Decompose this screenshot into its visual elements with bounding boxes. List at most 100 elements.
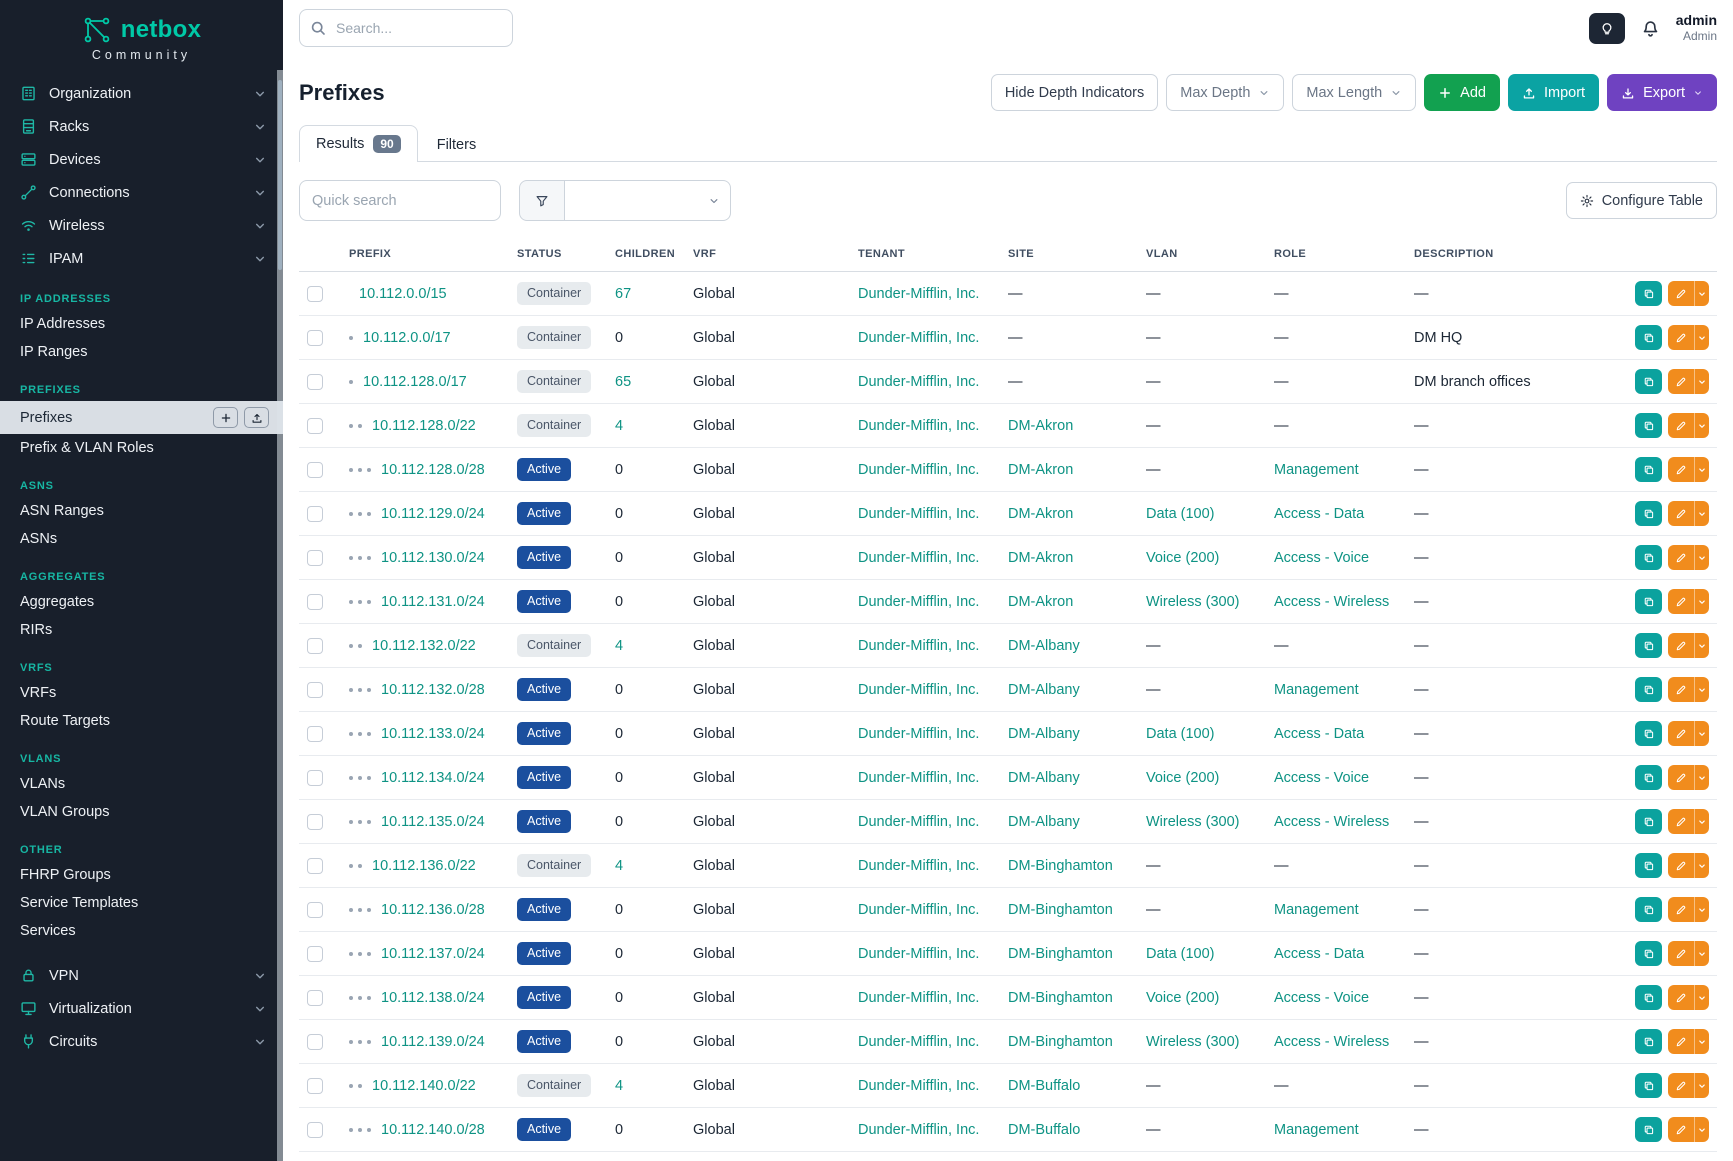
edit-dropdown-button[interactable] [1694, 897, 1709, 922]
role-link[interactable]: Access - Wireless [1274, 1034, 1389, 1050]
row-checkbox[interactable] [307, 1034, 323, 1050]
sidebar-item-asns[interactable]: ASNs [0, 525, 283, 553]
prefix-link[interactable]: 10.112.132.0/28 [381, 682, 485, 698]
edit-dropdown-button[interactable] [1694, 1073, 1709, 1098]
edit-button[interactable] [1668, 941, 1694, 966]
sidebar-item-service-templates[interactable]: Service Templates [0, 889, 283, 917]
edit-button[interactable] [1668, 721, 1694, 746]
edit-dropdown-button[interactable] [1694, 809, 1709, 834]
clone-button[interactable] [1635, 1029, 1662, 1054]
row-checkbox[interactable] [307, 286, 323, 302]
edit-button[interactable] [1668, 501, 1694, 526]
vlan-link[interactable]: Voice (200) [1146, 990, 1219, 1006]
role-link[interactable]: Access - Wireless [1274, 814, 1389, 830]
prefix-link[interactable]: 10.112.130.0/24 [381, 550, 485, 566]
edit-dropdown-button[interactable] [1694, 281, 1709, 306]
row-checkbox[interactable] [307, 770, 323, 786]
sidebar-item-ipam[interactable]: IPAM [0, 242, 283, 275]
edit-dropdown-button[interactable] [1694, 369, 1709, 394]
prefix-link[interactable]: 10.112.139.0/24 [381, 1034, 485, 1050]
clone-button[interactable] [1635, 281, 1662, 306]
edit-dropdown-button[interactable] [1694, 985, 1709, 1010]
prefix-link[interactable]: 10.112.140.0/22 [372, 1078, 476, 1094]
edit-button[interactable] [1668, 897, 1694, 922]
sidebar-item-devices[interactable]: Devices [0, 143, 283, 176]
role-link[interactable]: Access - Data [1274, 506, 1364, 522]
prefix-link[interactable]: 10.112.0.0/15 [359, 286, 447, 302]
children-count-link[interactable]: 4 [615, 1078, 623, 1094]
clone-button[interactable] [1635, 457, 1662, 482]
import-button[interactable]: Import [1508, 74, 1599, 111]
sidebar-item-route-targets[interactable]: Route Targets [0, 707, 283, 735]
edit-dropdown-button[interactable] [1694, 765, 1709, 790]
role-link[interactable]: Access - Voice [1274, 770, 1369, 786]
edit-dropdown-button[interactable] [1694, 457, 1709, 482]
edit-button[interactable] [1668, 633, 1694, 658]
prefix-link[interactable]: 10.112.129.0/24 [381, 506, 485, 522]
role-link[interactable]: Management [1274, 902, 1359, 918]
tenant-link[interactable]: Dunder-Mifflin, Inc. [858, 902, 979, 918]
row-checkbox[interactable] [307, 990, 323, 1006]
edit-button[interactable] [1668, 853, 1694, 878]
tenant-link[interactable]: Dunder-Mifflin, Inc. [858, 286, 979, 302]
edit-button[interactable] [1668, 1073, 1694, 1098]
vlan-link[interactable]: Data (100) [1146, 506, 1215, 522]
site-link[interactable]: DM-Binghamton [1008, 990, 1113, 1006]
quick-import-button[interactable] [244, 407, 269, 428]
row-checkbox[interactable] [307, 814, 323, 830]
role-link[interactable]: Access - Voice [1274, 990, 1369, 1006]
tenant-link[interactable]: Dunder-Mifflin, Inc. [858, 418, 979, 434]
children-count-link[interactable]: 4 [615, 638, 623, 654]
sidebar-item-virtualization[interactable]: Virtualization [0, 992, 283, 1025]
clone-button[interactable] [1635, 413, 1662, 438]
clone-button[interactable] [1635, 721, 1662, 746]
tenant-link[interactable]: Dunder-Mifflin, Inc. [858, 506, 979, 522]
vlan-link[interactable]: Wireless (300) [1146, 594, 1239, 610]
row-checkbox[interactable] [307, 726, 323, 742]
sidebar-item-ip-addresses[interactable]: IP Addresses [0, 310, 283, 338]
column-header-vrf[interactable]: VRF [685, 237, 850, 272]
theme-toggle-button[interactable] [1589, 13, 1625, 44]
edit-button[interactable] [1668, 545, 1694, 570]
edit-dropdown-button[interactable] [1694, 1029, 1709, 1054]
edit-dropdown-button[interactable] [1694, 1117, 1709, 1142]
site-link[interactable]: DM-Buffalo [1008, 1122, 1080, 1138]
sidebar-item-ip-ranges[interactable]: IP Ranges [0, 338, 283, 366]
sidebar-item-asn-ranges[interactable]: ASN Ranges [0, 497, 283, 525]
clone-button[interactable] [1635, 765, 1662, 790]
tenant-link[interactable]: Dunder-Mifflin, Inc. [858, 1078, 979, 1094]
tenant-link[interactable]: Dunder-Mifflin, Inc. [858, 1034, 979, 1050]
prefix-link[interactable]: 10.112.0.0/17 [363, 330, 451, 346]
saved-filter-select[interactable] [565, 180, 731, 221]
column-header-tenant[interactable]: TENANT [850, 237, 1000, 272]
children-count-link[interactable]: 4 [615, 858, 623, 874]
hide-depth-indicators-button[interactable]: Hide Depth Indicators [991, 74, 1158, 111]
sidebar-item-prefixes[interactable]: Prefixes [0, 401, 283, 434]
tenant-link[interactable]: Dunder-Mifflin, Inc. [858, 550, 979, 566]
row-checkbox[interactable] [307, 1122, 323, 1138]
prefix-link[interactable]: 10.112.135.0/24 [381, 814, 485, 830]
clone-button[interactable] [1635, 545, 1662, 570]
sidebar-item-rirs[interactable]: RIRs [0, 616, 283, 644]
clone-button[interactable] [1635, 809, 1662, 834]
row-checkbox[interactable] [307, 374, 323, 390]
edit-dropdown-button[interactable] [1694, 721, 1709, 746]
vlan-link[interactable]: Wireless (300) [1146, 1034, 1239, 1050]
row-checkbox[interactable] [307, 638, 323, 654]
row-checkbox[interactable] [307, 506, 323, 522]
prefix-link[interactable]: 10.112.136.0/28 [381, 902, 485, 918]
tenant-link[interactable]: Dunder-Mifflin, Inc. [858, 1122, 979, 1138]
sidebar-item-connections[interactable]: Connections [0, 176, 283, 209]
max-length-dropdown[interactable]: Max Length [1292, 74, 1416, 111]
quick-search-input[interactable] [299, 180, 501, 221]
site-link[interactable]: DM-Buffalo [1008, 1078, 1080, 1094]
edit-button[interactable] [1668, 369, 1694, 394]
clone-button[interactable] [1635, 501, 1662, 526]
vlan-link[interactable]: Data (100) [1146, 946, 1215, 962]
column-header-prefix[interactable]: PREFIX [341, 237, 509, 272]
site-link[interactable]: DM-Binghamton [1008, 902, 1113, 918]
tenant-link[interactable]: Dunder-Mifflin, Inc. [858, 990, 979, 1006]
add-button[interactable]: Add [1424, 74, 1500, 111]
site-link[interactable]: DM-Akron [1008, 506, 1073, 522]
prefix-link[interactable]: 10.112.128.0/28 [381, 462, 485, 478]
